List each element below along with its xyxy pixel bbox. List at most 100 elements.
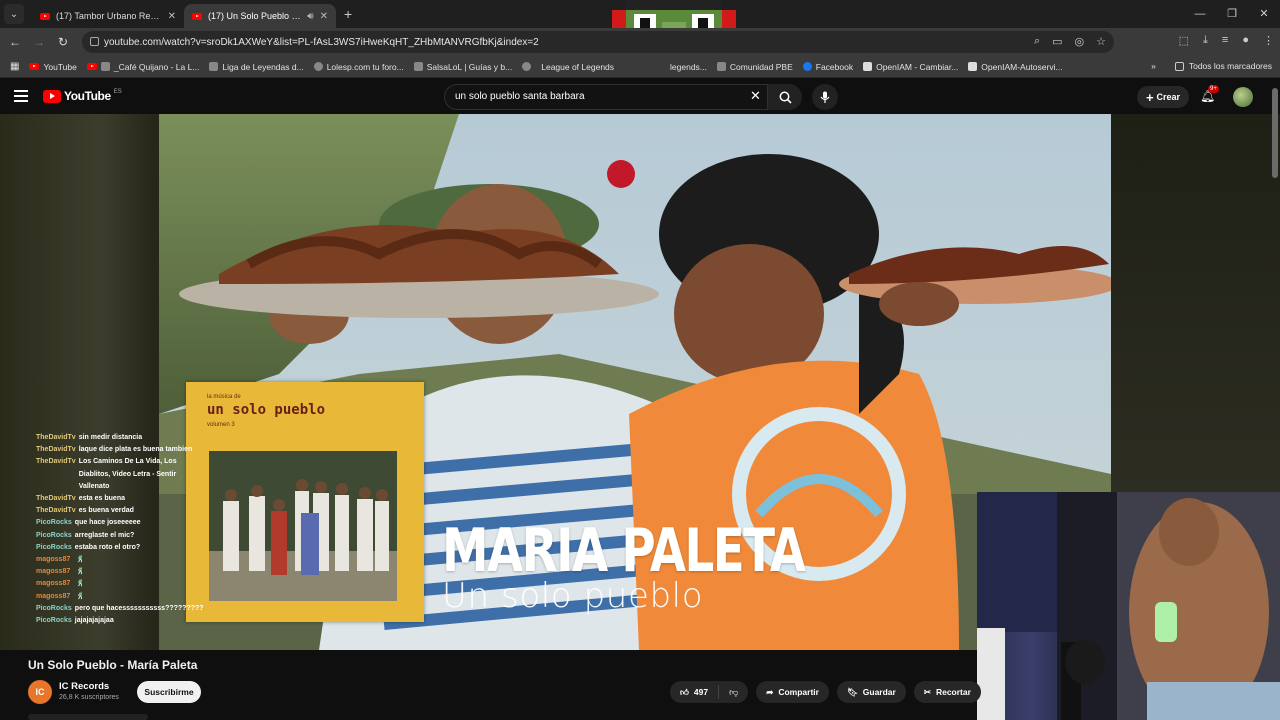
address-bar[interactable]: youtube.com/watch?v=sroDk1AXWeY&list=PL-… — [82, 31, 1114, 53]
menu-icon[interactable] — [14, 90, 28, 105]
bookmark-comunidad-pbe[interactable]: Comunidad PBE — [716, 62, 793, 72]
youtube-logo[interactable]: YouTube ES — [43, 89, 122, 103]
url-text: youtube.com/watch?v=sroDk1AXWeY&list=PL-… — [104, 36, 539, 48]
search-button[interactable] — [768, 84, 802, 110]
search-input[interactable]: un solo pueblo santa barbara — [444, 84, 768, 110]
stream-chat-overlay: TheDavidTv sin medir distancia TheDavidTv l… — [36, 432, 206, 627]
chat-text: jajajajajajaa — [74, 617, 114, 625]
clip-button[interactable]: ✂ Recortar — [913, 681, 981, 703]
forward-icon[interactable]: → — [27, 35, 51, 49]
cast-icon[interactable]: ▭ — [1052, 35, 1062, 48]
youtube-favicon-icon — [29, 63, 40, 70]
scissors-icon: ✂ — [923, 686, 931, 697]
window-controls: — ❐ ✕ — [1184, 0, 1280, 28]
dislike-button[interactable]: 👎︎ — [719, 687, 748, 698]
eye-off-icon[interactable]: ◎ — [1075, 35, 1085, 48]
all-bookmarks[interactable]: » Todos los marcadores — [1151, 61, 1272, 71]
site-icon — [716, 62, 726, 71]
speaker-icon[interactable]: 🔊︎ — [307, 11, 313, 22]
youtube-favicon-icon — [86, 63, 97, 70]
playlist-icon[interactable]: ≡ — [1222, 34, 1228, 47]
channel-name[interactable]: IC Records — [59, 681, 109, 692]
chat-text: laque dice plata es buena tambien — [78, 446, 193, 454]
save-button[interactable]: 🔖︎ Guardar — [836, 681, 906, 703]
chat-username: PicoRocks — [36, 543, 72, 551]
browser-toolbar: ← → ↻ youtube.com/watch?v=sroDk1AXWeY&li… — [0, 28, 1280, 56]
extension-icon[interactable]: ⬚ — [1179, 34, 1189, 47]
share-button[interactable]: ➦ Compartir — [756, 681, 829, 703]
site-icon — [413, 62, 423, 71]
restore-icon[interactable]: ❐ — [1216, 0, 1248, 28]
site-info-icon[interactable] — [90, 37, 99, 46]
chat-username: magoss87 — [36, 592, 71, 600]
bookmark-openiam-cambiar[interactable]: OpenIAM - Cambiar... — [863, 62, 958, 72]
like-button[interactable]: 👍︎ 497 — [670, 685, 720, 699]
site-icon — [968, 62, 978, 71]
album-group-photo — [209, 451, 397, 601]
tab-search-icon[interactable]: ⌄ — [4, 4, 24, 24]
chat-message: PicoRocks arreglaste el mic? — [36, 530, 206, 542]
emote-icon: 🕺 — [76, 592, 85, 600]
bookmark-youtube[interactable]: YouTube — [29, 62, 77, 72]
bookmark-lolesp[interactable]: Lolesp.com tu foro... — [313, 62, 404, 72]
facebook-icon — [802, 62, 812, 71]
bookmark-salsalol[interactable]: SalsaLoL | Guías y b... — [413, 62, 512, 72]
chat-message: magoss87 🕺 — [36, 554, 206, 566]
like-count: 497 — [693, 687, 709, 697]
voice-search-button[interactable] — [812, 84, 838, 110]
create-button[interactable]: + Crear — [1137, 86, 1189, 108]
globe-icon — [522, 62, 532, 71]
chat-text: esta es buena — [78, 495, 125, 503]
browser-tab-1[interactable]: (17) Tambor Urbano Remix Tam ✕ — [32, 4, 184, 28]
minimize-icon[interactable]: — — [1184, 0, 1216, 28]
zoom-icon[interactable]: ⌕ — [1034, 35, 1040, 48]
user-avatar[interactable] — [1233, 87, 1253, 107]
bookmark-openiam-autoservicio[interactable]: OpenIAM-Autoservi... — [968, 62, 1063, 72]
bookmark-liga-de-leyendas[interactable]: Liga de Leyendas d... — [209, 62, 304, 72]
share-icon: ➦ — [766, 686, 774, 697]
chat-username: TheDavidTv — [36, 434, 76, 441]
close-window-icon[interactable]: ✕ — [1248, 0, 1280, 28]
kebab-menu-icon[interactable]: ⋮ — [1263, 34, 1274, 47]
chat-username: TheDavidTv — [36, 507, 76, 515]
tab-title: (17) Un Solo Pueblo - María P — [208, 11, 301, 21]
bookmark-globe[interactable] — [522, 62, 532, 71]
emote-icon: 🕺 — [76, 568, 85, 576]
emote-icon: 🕺 — [76, 580, 85, 588]
webcam-overlay — [977, 492, 1280, 720]
new-tab-icon[interactable]: + — [344, 6, 352, 22]
clear-search-icon[interactable]: ✕ — [750, 88, 761, 104]
chat-username: TheDavidTv — [36, 446, 76, 454]
chat-message: magoss87 🕺 — [36, 591, 206, 603]
subscribe-button[interactable]: Suscribirme — [137, 681, 201, 703]
download-icon[interactable]: ⤓ — [1203, 34, 1208, 47]
browser-tab-2[interactable]: (17) Un Solo Pueblo - María P 🔊︎ ✕ — [184, 4, 336, 28]
profile-icon[interactable]: ● — [1242, 34, 1249, 47]
chat-username: magoss87 — [36, 568, 71, 576]
chat-message: PicoRocks estaba roto el otro? — [36, 542, 206, 554]
reload-icon[interactable]: ↻ — [51, 35, 75, 49]
back-icon[interactable]: ← — [3, 35, 27, 49]
omnibox-actions: ⌕ ▭ ◎ ☆ — [1034, 35, 1106, 48]
bookmark-cafe-quijano[interactable]: _Café Quijano - La L... — [86, 62, 199, 72]
chevron-right-icon[interactable]: » — [1151, 61, 1156, 71]
overlay-artist-subtitle: Un solo pueblo — [442, 576, 704, 616]
video-title: Un Solo Pueblo - María Paleta — [28, 658, 198, 672]
thumbs-up-icon: 👍︎ — [680, 686, 689, 697]
bookmark-legends[interactable]: legends... — [670, 62, 707, 72]
close-tab-icon[interactable]: ✕ — [168, 11, 176, 22]
bookmark-league-of-legends[interactable]: League of Legends — [541, 62, 614, 72]
bookmark-star-icon[interactable]: ☆ — [1096, 35, 1106, 48]
page-scrollbar[interactable] — [1272, 88, 1278, 178]
bookmark-facebook[interactable]: Facebook — [802, 62, 853, 72]
close-tab-icon[interactable]: ✕ — [320, 11, 328, 22]
description-preview — [28, 714, 148, 720]
chat-message: PicoRocks pero que hacesssssssssss???????… — [36, 603, 206, 615]
album-cover: la música de un solo pueblo volumen 3 — [186, 382, 424, 622]
apps-icon[interactable]: ▦ — [10, 61, 19, 72]
album-volume: volumen 3 — [207, 422, 235, 428]
plus-icon: + — [1145, 89, 1154, 105]
site-icon — [863, 62, 873, 71]
channel-avatar[interactable]: IC — [28, 680, 52, 704]
chat-username: magoss87 — [36, 580, 71, 588]
